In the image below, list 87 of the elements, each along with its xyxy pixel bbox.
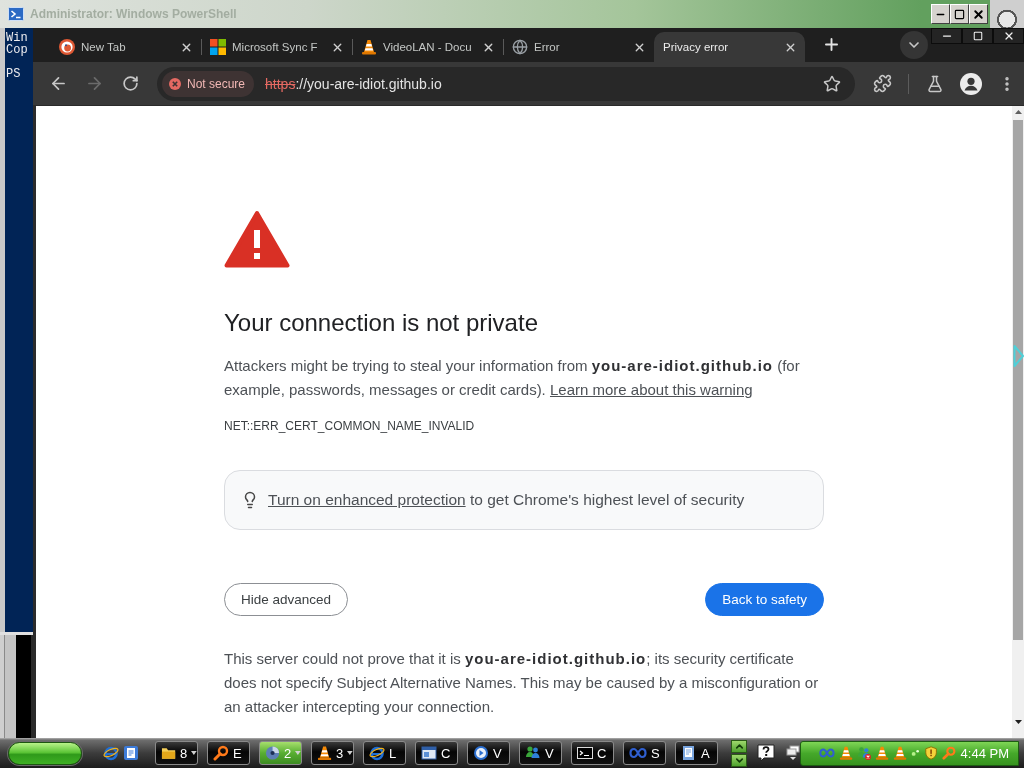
traffic-cone-icon [317, 745, 333, 761]
browser-tab[interactable]: New Tab [50, 32, 201, 62]
close-button[interactable] [993, 28, 1024, 44]
console-line: Win [6, 32, 29, 44]
page-heading: Your connection is not private [224, 309, 539, 337]
browser-tab[interactable]: Error [503, 32, 654, 62]
learn-more-link[interactable]: Learn more about this warning [549, 381, 753, 398]
traffic-cone-icon [875, 745, 890, 761]
document-icon[interactable] [123, 745, 139, 761]
details-text: This server could not prove that it is you-are-idiot.github.io; its security certificate does not specify Subject Alternative Names. This may be caused by a misconfiguration or an attacker intercepting your connection. [224, 649, 820, 717]
browser-tab[interactable]: Privacy error [654, 32, 805, 62]
traffic-cone-icon [361, 39, 377, 55]
flask-icon[interactable] [926, 74, 944, 93]
traffic-cone-icon [838, 745, 854, 761]
error-code: NET::ERR_CERT_COMMON_NAME_INVALID [224, 418, 476, 434]
four-squares-icon [210, 39, 226, 55]
stacked-windows-icon[interactable] [786, 745, 800, 761]
play-icon [473, 745, 489, 761]
warning-text: Attackers might be trying to steal your information from you-are-idiot.github.io (for example, passwords, messages or credit cards). Learn more about this warning [224, 356, 801, 400]
console-icon [577, 745, 593, 761]
taskbar-button[interactable]: 3 [311, 741, 354, 765]
taskbar-button[interactable]: 8 [155, 741, 198, 765]
help-icon[interactable] [757, 744, 775, 762]
tab-search-button[interactable] [900, 31, 928, 59]
bookmark-star-icon[interactable] [823, 74, 841, 93]
document-icon [681, 745, 697, 761]
scroll-up-button[interactable] [731, 739, 747, 753]
console-line: PS [6, 68, 22, 80]
start-button[interactable] [8, 741, 82, 765]
url-text: https://you-are-idiot.github.io [265, 75, 443, 92]
disc-icon [265, 745, 281, 761]
reload-icon[interactable] [121, 75, 139, 92]
tab-title: New Tab [81, 41, 127, 53]
infinity-icon [819, 747, 835, 759]
address-field[interactable]: Not secure https://you-are-idiot.github.io [157, 66, 855, 101]
picture-placeholder [990, 0, 1024, 28]
dots-icon [911, 748, 921, 758]
traffic-cone-icon [893, 745, 908, 761]
browser-icon [103, 745, 119, 761]
error-icon [169, 77, 181, 90]
scroll-down-icon[interactable] [1014, 720, 1022, 724]
taskbar-button[interactable]: C [571, 741, 614, 765]
taskbar-button[interactable]: L [363, 741, 406, 765]
window-icon [421, 745, 437, 761]
infinity-icon [629, 747, 647, 759]
terminal-icon [8, 6, 24, 22]
browser-icon [369, 745, 385, 761]
minimize-button[interactable] [931, 28, 962, 44]
console-line: Cop [6, 44, 29, 56]
taskbar-button[interactable]: V [519, 741, 562, 765]
round-logo-icon [59, 39, 75, 55]
scrollbar[interactable] [1012, 106, 1024, 738]
tab-title: VideoLAN - Docu [383, 41, 473, 53]
taskbar-button[interactable]: C [415, 741, 458, 765]
security-chip[interactable]: Not secure [162, 70, 255, 97]
protection-text: Turn on enhanced protection to get Chrome's highest level of security [268, 491, 745, 509]
hide-advanced-button[interactable]: Hide advanced [224, 583, 349, 616]
tab-title: Microsoft Sync F [232, 41, 319, 53]
puzzle-icon[interactable] [872, 74, 892, 93]
tab-title: Privacy error [663, 41, 730, 53]
scroll-down-button[interactable] [731, 753, 747, 767]
scroll-up-icon[interactable] [1014, 110, 1022, 114]
browser-tab[interactable]: Microsoft Sync F [201, 32, 352, 62]
clock: 4:44 PM [960, 745, 1009, 761]
tab-title: Error [534, 41, 561, 53]
warning-triangle-icon [224, 210, 290, 268]
maximize-icon [954, 8, 965, 20]
folder-icon [161, 745, 177, 761]
close-icon [972, 7, 985, 21]
magnifier-icon [213, 745, 229, 761]
triangle-icon [1013, 344, 1024, 368]
taskbar-button[interactable]: E [207, 741, 250, 765]
back-to-safety-button[interactable]: Back to safety [705, 583, 824, 616]
profile-icon[interactable] [960, 72, 982, 95]
taskbar-button[interactable]: S [623, 741, 666, 765]
people-icon [525, 745, 541, 761]
magnifier-icon [942, 745, 957, 761]
maximize-icon [972, 31, 983, 41]
browser-tab[interactable]: VideoLAN - Docu [352, 32, 503, 62]
scrollbar-thumb[interactable] [1013, 120, 1023, 640]
maximize-button[interactable] [962, 28, 993, 44]
taskbar-button[interactable]: V [467, 741, 510, 765]
taskbar-button[interactable]: A [675, 741, 718, 765]
enhanced-protection-link[interactable]: Turn on enhanced protection [268, 491, 466, 508]
shield-icon [924, 745, 939, 761]
globe-icon [512, 39, 528, 55]
blocked-people-icon [857, 745, 872, 761]
